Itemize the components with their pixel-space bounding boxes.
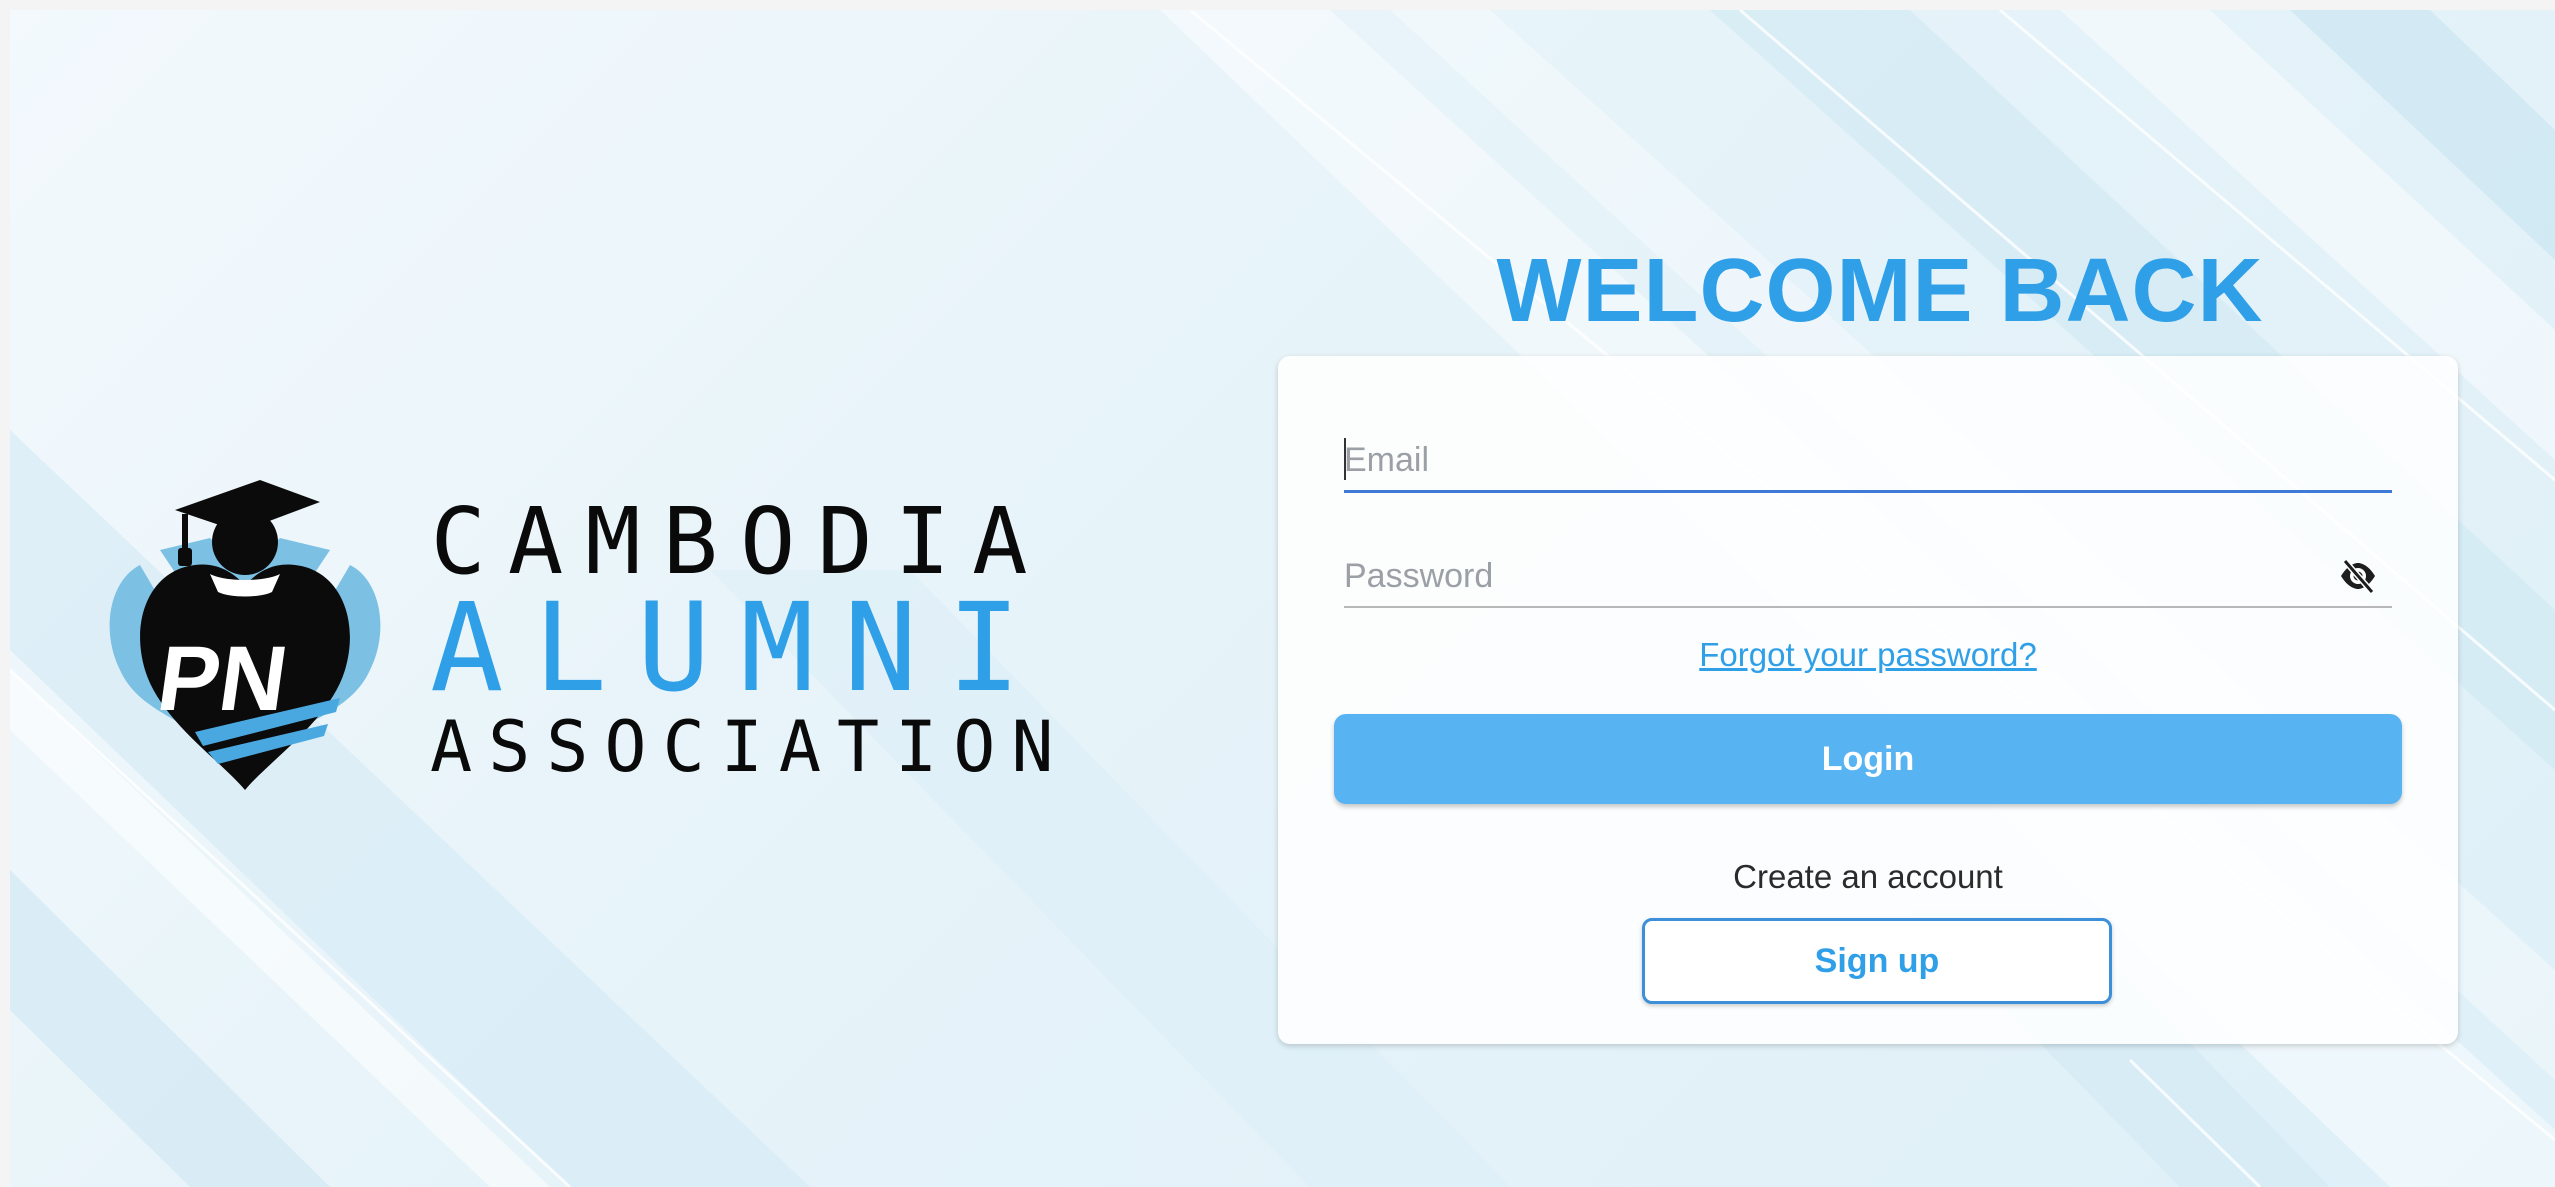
welcome-title: WELCOME BACK <box>1496 241 2264 341</box>
login-button[interactable]: Login <box>1334 714 2402 804</box>
text-caret <box>1344 438 1346 480</box>
login-page: PN CAMBODIA ALUMNI ASSOCIATION WELCOME B… <box>10 10 2555 1187</box>
graduation-heart-logo-icon: PN <box>109 480 381 790</box>
create-account-label: Create an account <box>1733 858 2003 895</box>
logo-wordmark: CAMBODIA ALUMNI ASSOCIATION <box>430 488 1070 788</box>
forgot-password-link[interactable]: Forgot your password? <box>1278 636 2458 674</box>
login-card: Forgot your password? Login Create an ac… <box>1278 356 2458 1044</box>
eye-slash-icon[interactable] <box>2338 556 2378 596</box>
logo-line-alumni: ALUMNI <box>430 577 1051 719</box>
email-input[interactable] <box>1344 441 2324 480</box>
logo-monogram: PN <box>152 626 294 729</box>
email-field[interactable] <box>1344 420 2392 493</box>
password-field[interactable] <box>1344 536 2392 608</box>
logo-line-cambodia: CAMBODIA <box>430 488 1050 595</box>
password-input[interactable] <box>1344 557 2324 596</box>
signup-button[interactable]: Sign up <box>1642 918 2112 1004</box>
logo-line-association: ASSOCIATION <box>430 706 1070 788</box>
cambodia-alumni-logo: PN CAMBODIA ALUMNI ASSOCIATION <box>100 470 1060 810</box>
